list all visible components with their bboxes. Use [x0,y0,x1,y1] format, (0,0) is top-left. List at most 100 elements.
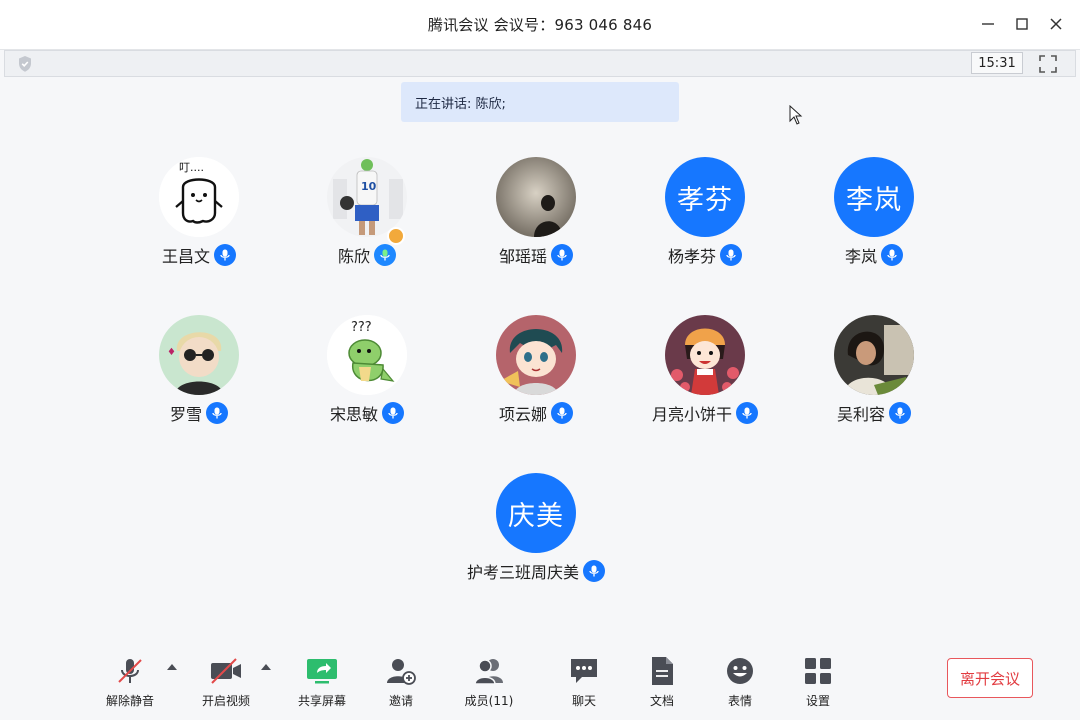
avatar [834,315,914,395]
share-screen-button[interactable]: 共享屏幕 [282,654,362,714]
meeting-clock: 15:31 [971,52,1023,74]
maximize-icon [1016,18,1028,30]
participant-tile[interactable]: ♦ 罗雪 [124,315,274,445]
participant-name: 护考三班周庆美 [466,563,579,582]
mic-active-icon [374,244,396,266]
mouse-cursor-icon [789,105,803,125]
window-controls [974,10,1070,38]
participant-name: 邹瑶瑶 [498,247,547,266]
smiley-icon [723,654,757,688]
cartoon-dumpling-icon: 叮.... [159,157,239,237]
participant-tile[interactable]: 月亮小饼干 [630,315,780,445]
participant-name: 陈欣 [337,247,370,266]
participant-tile[interactable]: 庆美 护考三班周庆美 [456,473,616,603]
participant-tile[interactable]: 叮.... 王昌文 [124,157,274,287]
participant-tile[interactable]: 李岚 李岚 [799,157,949,287]
add-user-icon [384,654,418,688]
unmute-button[interactable]: 解除静音 [90,654,170,714]
chat-label: 聊天 [571,694,596,708]
members-icon [472,654,506,688]
close-icon [1050,18,1062,30]
unmute-label: 解除静音 [105,694,154,708]
avatar: ??? [327,315,407,395]
avatar [665,315,745,395]
participant-name: 宋思敏 [329,405,378,424]
mic-icon [214,244,236,266]
share-screen-label: 共享屏幕 [297,694,346,708]
cartoon-girl-icon [665,315,745,395]
mic-icon [206,402,228,424]
document-icon [645,654,679,688]
maximize-button[interactable] [1008,10,1036,38]
participant-tile[interactable]: 孝芬 杨孝芬 [630,157,780,287]
cartoon-boy-icon [496,315,576,395]
mic-icon [881,244,903,266]
video-off-icon [209,654,243,688]
participant-name: 项云娜 [498,405,547,424]
avatar-initials: 庆美 [496,473,576,553]
avatar-caption: ??? [351,320,372,335]
mic-muted-icon [113,654,147,688]
mic-icon [889,402,911,424]
mic-icon [382,402,404,424]
mic-icon [551,402,573,424]
close-button[interactable] [1042,10,1070,38]
participant-name: 李岚 [844,247,877,266]
avatar: ♦ [159,315,239,395]
minimize-icon [982,23,994,25]
members-label: 成员(11) [464,694,514,708]
start-video-button[interactable]: 开启视频 [186,654,266,714]
participant-tile[interactable]: 10 陈欣 [292,157,442,287]
fullscreen-icon[interactable] [1037,53,1059,75]
docs-label: 文档 [649,694,674,708]
participant-tile[interactable]: ??? 宋思敏 [292,315,442,445]
share-screen-icon [305,654,339,688]
emoji-label: 表情 [727,694,752,708]
speaking-indicator: 正在讲话: 陈欣; [401,82,679,122]
mic-icon [736,402,758,424]
shield-icon[interactable] [15,54,35,74]
participant-name: 王昌文 [161,247,210,266]
mic-icon [583,560,605,582]
participant-tile[interactable]: 吴利容 [799,315,949,445]
svg-text:10: 10 [361,180,377,193]
avatar [496,157,576,237]
participant-name: 杨孝芬 [667,247,716,266]
photo-silhouette [496,157,576,237]
mic-icon [551,244,573,266]
avatar-initials: 李岚 [834,157,914,237]
chat-button[interactable]: 聊天 [544,654,624,714]
avatar-initials: 孝芬 [665,157,745,237]
avatar-caption: 叮.... [179,161,204,174]
avatar: 10 [327,157,407,245]
participant-tile[interactable]: 邹瑶瑶 [461,157,611,287]
cartoon-dinosaur-icon: ??? [327,315,407,395]
emoji-button[interactable]: 表情 [700,654,780,714]
mic-icon [720,244,742,266]
photo-person [834,315,914,395]
cartoon-sunglasses-icon: ♦ [159,315,239,395]
title-bar: 腾讯会议 会议号：963 046 846 [0,0,1080,50]
caret-up-icon[interactable] [260,662,272,672]
window-title: 腾讯会议 会议号：963 046 846 [427,16,653,34]
chat-icon [567,654,601,688]
svg-text:♦: ♦ [167,347,176,358]
invite-button[interactable]: 邀请 [361,654,441,714]
avatar [496,315,576,395]
participant-tile[interactable]: 项云娜 [461,315,611,445]
participant-name: 罗雪 [169,405,202,424]
participant-name: 吴利容 [836,405,885,424]
minimize-button[interactable] [974,10,1002,38]
start-video-label: 开启视频 [201,694,250,708]
grid-settings-icon [801,654,835,688]
avatar: 叮.... [159,157,239,237]
host-badge-icon [387,227,405,245]
leave-meeting-button[interactable]: 离开会议 [947,658,1033,698]
caret-up-icon[interactable] [166,662,178,672]
photo-basketball-player: 10 [327,157,407,237]
invite-label: 邀请 [388,694,413,708]
settings-button[interactable]: 设置 [778,654,858,714]
docs-button[interactable]: 文档 [622,654,702,714]
meeting-toolbar: 解除静音 开启视频 共享屏幕 邀请 成员(11) 聊天 文档 表情 设置 [0,640,1080,720]
members-button[interactable]: 成员(11) [449,654,529,714]
